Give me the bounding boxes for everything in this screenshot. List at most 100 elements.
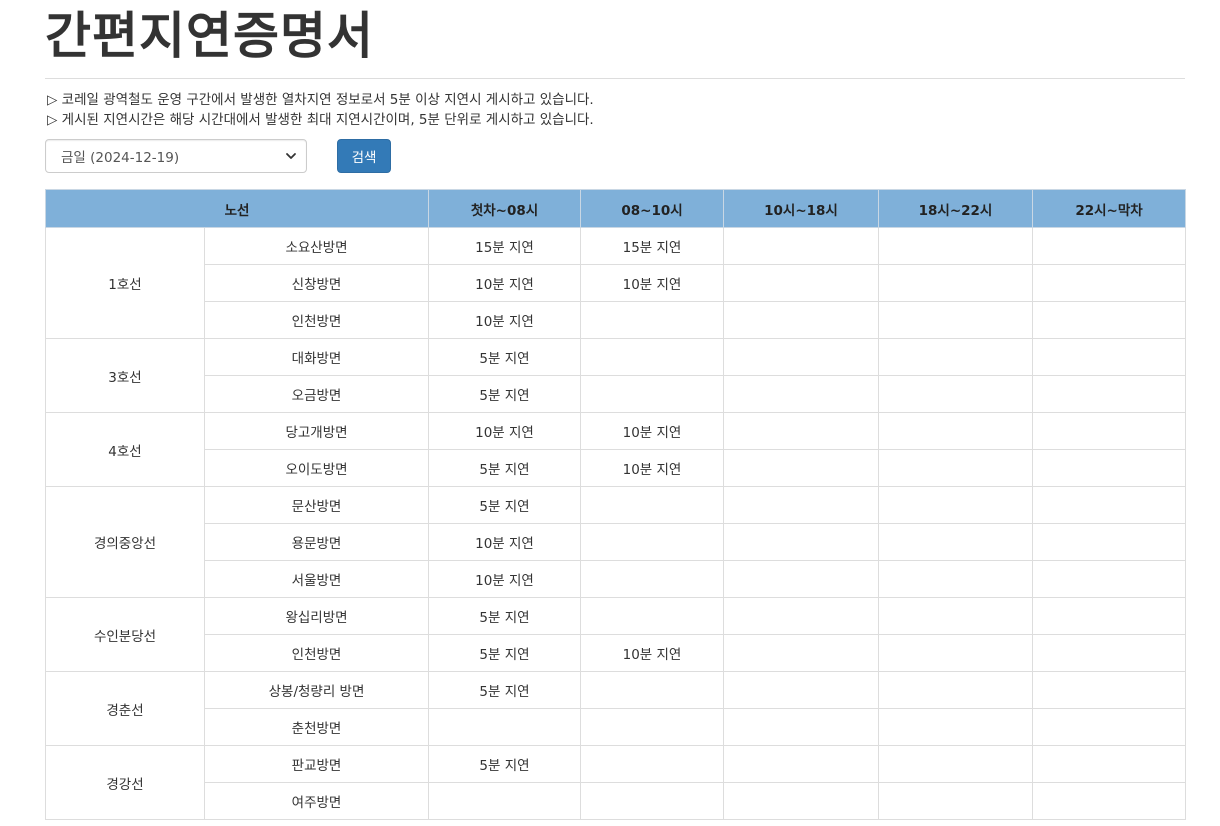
delay-cell [580, 597, 724, 635]
delay-cell: 5분 지연 [428, 597, 581, 635]
table-row: 춘천방면 [46, 708, 1186, 746]
delay-cell: 10분 지연 [580, 264, 724, 302]
notice-line: ▷ 게시된 지연시간은 해당 시간대에서 발생한 최대 지연시간이며, 5분 단… [47, 112, 594, 128]
header-line: 노선 [45, 189, 429, 228]
delay-cell [1032, 227, 1186, 265]
table-row: 인천방면 5분 지연 10분 지연 [46, 634, 1186, 672]
delay-cell [428, 708, 581, 746]
delay-cell [723, 745, 879, 783]
table-row: 수인분당선 왕십리방면 5분 지연 [45, 597, 1186, 672]
direction-cell: 여주방면 [204, 782, 429, 820]
delay-cell: 5분 지연 [428, 375, 581, 413]
delay-cell [1032, 671, 1186, 709]
direction-cell: 상봉/청량리 방면 [204, 671, 429, 709]
delay-cell [1032, 523, 1186, 561]
delay-cell [723, 412, 879, 450]
direction-cell: 인천방면 [204, 634, 429, 672]
table-row: 오금방면 5분 지연 [46, 375, 1186, 413]
delay-cell [580, 671, 724, 709]
delay-cell [878, 412, 1033, 450]
delay-cell [878, 338, 1033, 376]
direction-cell: 문산방면 [204, 486, 429, 524]
table-row: 1호선 소요산방면 15분 지연 15분 지연 [45, 227, 1186, 339]
line-name-cell: 경강선 [45, 745, 205, 820]
delay-table: 노선 첫차~08시 08~10시 10시~18시 18시~22시 22시~막차 … [45, 189, 1186, 820]
delay-cell: 5분 지연 [428, 338, 581, 376]
delay-cell [878, 560, 1033, 598]
delay-cell [723, 264, 879, 302]
header-time-slot: 08~10시 [580, 189, 724, 228]
delay-cell: 10분 지연 [428, 560, 581, 598]
chevron-down-icon [286, 153, 296, 159]
delay-cell [580, 486, 724, 524]
line-name-cell: 3호선 [45, 338, 205, 413]
delay-cell [878, 301, 1033, 339]
delay-cell [723, 782, 879, 820]
delay-cell [1032, 782, 1186, 820]
delay-cell [1032, 708, 1186, 746]
delay-cell [723, 449, 879, 487]
direction-cell: 오금방면 [204, 375, 429, 413]
delay-cell [580, 782, 724, 820]
table-row: 4호선 당고개방면 10분 지연 10분 지연 [45, 412, 1186, 487]
delay-cell [723, 708, 879, 746]
table-row: 용문방면 10분 지연 [46, 523, 1186, 561]
table-row: 인천방면 10분 지연 [46, 301, 1186, 339]
delay-cell [723, 597, 879, 635]
delay-cell [878, 671, 1033, 709]
delay-cell: 10분 지연 [428, 412, 581, 450]
delay-cell: 5분 지연 [428, 486, 581, 524]
header-time-slot: 22시~막차 [1032, 189, 1186, 228]
delay-cell [723, 671, 879, 709]
delay-cell: 15분 지연 [428, 227, 581, 265]
delay-cell [878, 375, 1033, 413]
delay-cell [580, 338, 724, 376]
delay-cell: 10분 지연 [428, 523, 581, 561]
table-row: 서울방면 10분 지연 [46, 560, 1186, 598]
delay-cell [580, 560, 724, 598]
notice-block: ▷ 코레일 광역철도 운영 구간에서 발생한 열차지연 정보로서 5분 이상 지… [47, 90, 594, 130]
delay-cell [580, 523, 724, 561]
header-time-slot: 첫차~08시 [428, 189, 581, 228]
line-name-cell: 경의중앙선 [45, 486, 205, 598]
line-name-cell: 4호선 [45, 412, 205, 487]
direction-cell: 당고개방면 [204, 412, 429, 450]
delay-cell: 10분 지연 [428, 264, 581, 302]
page-title: 간편지연증명서 [45, 7, 374, 65]
delay-cell [1032, 264, 1186, 302]
delay-cell: 10분 지연 [580, 634, 724, 672]
header-time-slot: 10시~18시 [723, 189, 879, 228]
table-row: 경춘선 상봉/청량리 방면 5분 지연 [45, 671, 1186, 746]
table-row: 오이도방면 5분 지연 10분 지연 [46, 449, 1186, 487]
delay-cell [723, 486, 879, 524]
delay-cell [878, 523, 1033, 561]
direction-cell: 인천방면 [204, 301, 429, 339]
line-name-cell: 경춘선 [45, 671, 205, 746]
delay-cell: 5분 지연 [428, 671, 581, 709]
delay-cell [580, 745, 724, 783]
delay-cell [878, 708, 1033, 746]
search-button[interactable]: 검색 [337, 139, 391, 173]
direction-cell: 춘천방면 [204, 708, 429, 746]
delay-cell [723, 523, 879, 561]
delay-cell [878, 449, 1033, 487]
table-row: 3호선 대화방면 5분 지연 [45, 338, 1186, 413]
line-name-cell: 수인분당선 [45, 597, 205, 672]
direction-cell: 판교방면 [204, 745, 429, 783]
direction-cell: 왕십리방면 [204, 597, 429, 635]
delay-cell [428, 782, 581, 820]
header-time-slot: 18시~22시 [878, 189, 1033, 228]
delay-cell: 5분 지연 [428, 449, 581, 487]
delay-cell [1032, 375, 1186, 413]
delay-cell: 5분 지연 [428, 634, 581, 672]
date-select[interactable]: 금일 (2024-12-19) [45, 139, 307, 173]
delay-cell [723, 375, 879, 413]
delay-cell [878, 745, 1033, 783]
delay-cell [723, 338, 879, 376]
delay-cell: 10분 지연 [580, 449, 724, 487]
delay-cell [1032, 634, 1186, 672]
delay-cell [878, 227, 1033, 265]
delay-cell [580, 375, 724, 413]
direction-cell: 대화방면 [204, 338, 429, 376]
delay-cell [723, 227, 879, 265]
